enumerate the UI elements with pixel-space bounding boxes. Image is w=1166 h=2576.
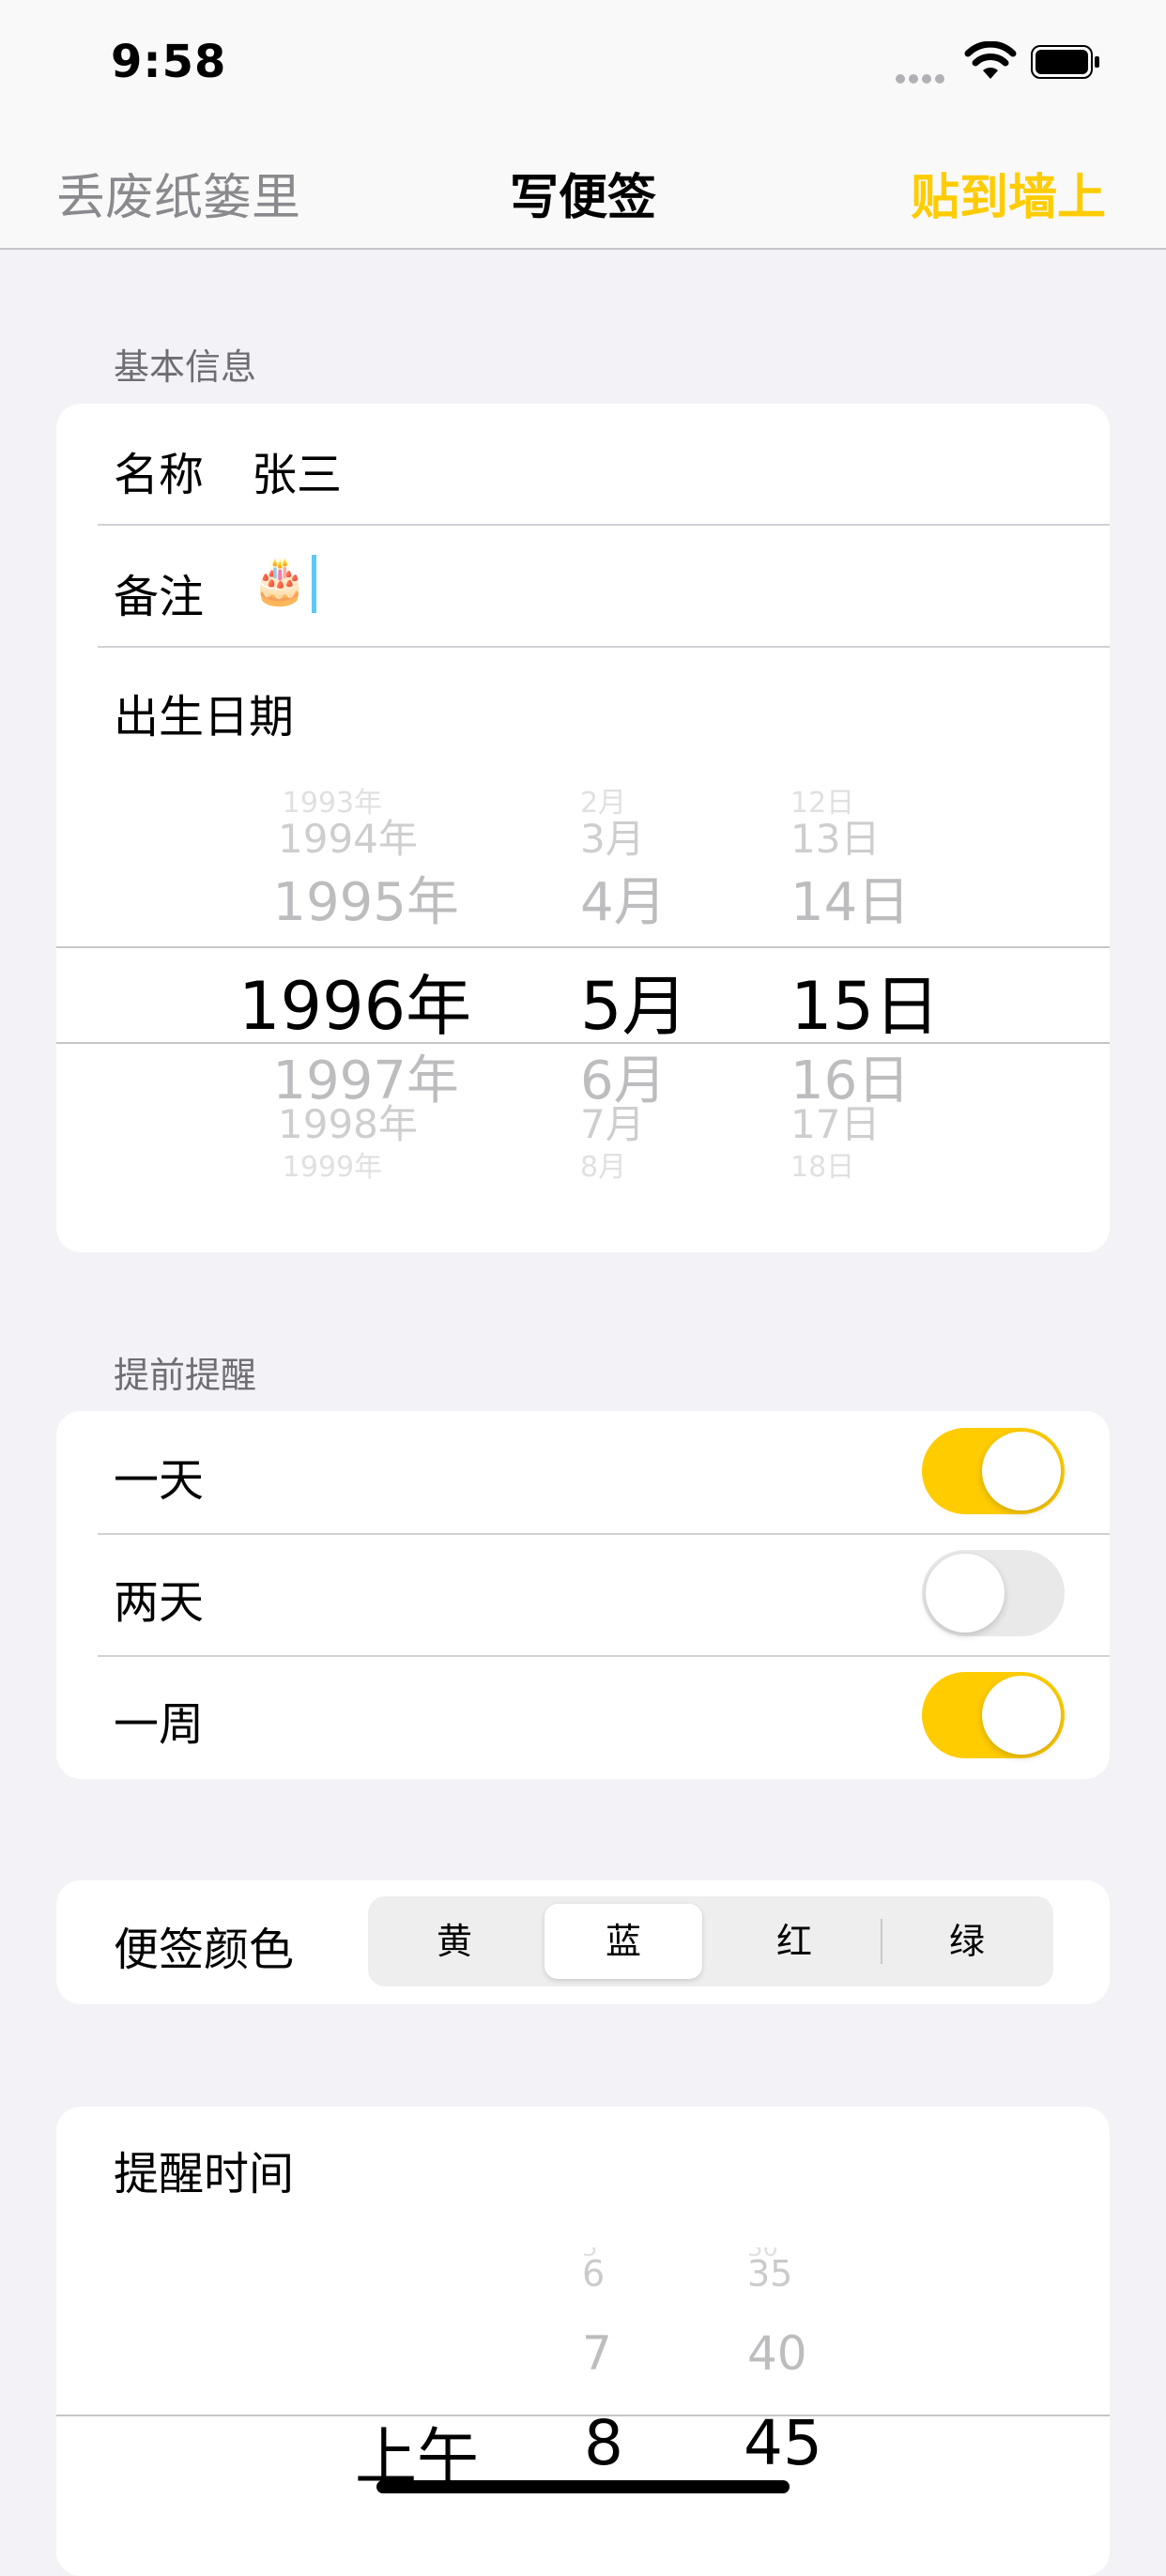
name-label: 名称 xyxy=(114,449,205,501)
wifi-icon xyxy=(964,41,1017,79)
month-option[interactable]: 4月 xyxy=(580,860,667,936)
reminder-header: 提前提醒 xyxy=(114,1355,257,1396)
segment-divider xyxy=(881,1919,882,1964)
year-option[interactable]: 1998年 xyxy=(278,1093,418,1150)
hour-option[interactable]: 8 xyxy=(584,2407,623,2479)
battery-icon xyxy=(1031,45,1099,79)
reminder-one-day-toggle[interactable] xyxy=(922,1428,1065,1514)
year-option[interactable]: 1995年 xyxy=(272,860,459,936)
year-option[interactable]: 1999年 xyxy=(283,1143,382,1185)
note-label: 备注 xyxy=(114,571,205,623)
basic-info-header: 基本信息 xyxy=(114,346,257,388)
minute-option[interactable]: 40 xyxy=(747,2326,807,2381)
month-option[interactable]: 7月 xyxy=(580,1093,645,1150)
color-label: 便签颜色 xyxy=(114,1924,295,1976)
remind-time-card: 提醒时间 5 6 7 8 30 35 40 45 上午 xyxy=(56,2107,1110,2576)
reminder-two-days-toggle[interactable] xyxy=(922,1550,1065,1636)
year-option[interactable]: 1996年 xyxy=(238,954,471,1049)
day-option[interactable]: 13日 xyxy=(790,807,880,865)
month-option[interactable]: 8月 xyxy=(580,1143,626,1185)
minute-option[interactable]: 35 xyxy=(747,2253,792,2294)
status-time: 9:58 xyxy=(111,36,227,88)
minute-option[interactable]: 45 xyxy=(744,2407,822,2479)
birth-date-label: 出生日期 xyxy=(114,691,295,744)
color-option-red[interactable]: 红 xyxy=(715,1904,873,1979)
divider xyxy=(98,646,1110,648)
reminder-card: 一天 两天 一周 xyxy=(56,1411,1110,1779)
note-value: 🎂 xyxy=(252,555,308,607)
picker-selection-top xyxy=(56,946,1110,948)
post-to-wall-button[interactable]: 贴到墙上 xyxy=(911,158,1106,228)
color-option-blue[interactable]: 蓝 xyxy=(545,1904,702,1979)
divider xyxy=(98,1655,1110,1657)
month-option[interactable]: 5月 xyxy=(580,954,688,1049)
basic-info-card: 名称 张三 备注 🎂 出生日期 1993年 1994年 1995年 1996年 1997… xyxy=(56,404,1110,1252)
note-field[interactable]: 🎂 xyxy=(252,554,316,613)
signal-icon xyxy=(896,69,950,84)
remind-time-picker[interactable]: 5 6 7 8 30 35 40 45 上午 xyxy=(56,2247,1110,2576)
day-option[interactable]: 17日 xyxy=(790,1093,880,1150)
color-option-green[interactable]: 绿 xyxy=(888,1904,1046,1979)
divider xyxy=(98,524,1110,526)
birth-date-picker[interactable]: 1993年 1994年 1995年 1996年 1997年 1998年 1999年 2月 3月 4… xyxy=(56,787,1110,1200)
hour-option[interactable]: 7 xyxy=(582,2326,612,2381)
name-field[interactable]: 张三 xyxy=(252,437,342,503)
divider xyxy=(98,1533,1110,1535)
remind-time-label: 提醒时间 xyxy=(114,2148,295,2200)
color-option-yellow[interactable]: 黄 xyxy=(376,1904,533,1979)
month-option[interactable]: 3月 xyxy=(580,807,645,865)
hour-option[interactable]: 6 xyxy=(582,2253,605,2294)
color-segmented-control[interactable]: 黄 蓝 红 绿 xyxy=(368,1896,1053,1986)
day-option[interactable]: 18日 xyxy=(790,1143,854,1185)
reminder-one-week-label: 一周 xyxy=(114,1698,205,1751)
picker-selection-top xyxy=(56,2415,1110,2416)
reminder-one-day-label: 一天 xyxy=(114,1454,205,1507)
home-indicator xyxy=(376,2480,790,2493)
text-cursor xyxy=(311,555,316,613)
year-option[interactable]: 1994年 xyxy=(278,807,418,865)
reminder-two-days-label: 两天 xyxy=(114,1576,205,1629)
reminder-one-week-toggle[interactable] xyxy=(922,1672,1065,1758)
day-option[interactable]: 15日 xyxy=(790,954,940,1049)
day-option[interactable]: 14日 xyxy=(790,860,910,936)
